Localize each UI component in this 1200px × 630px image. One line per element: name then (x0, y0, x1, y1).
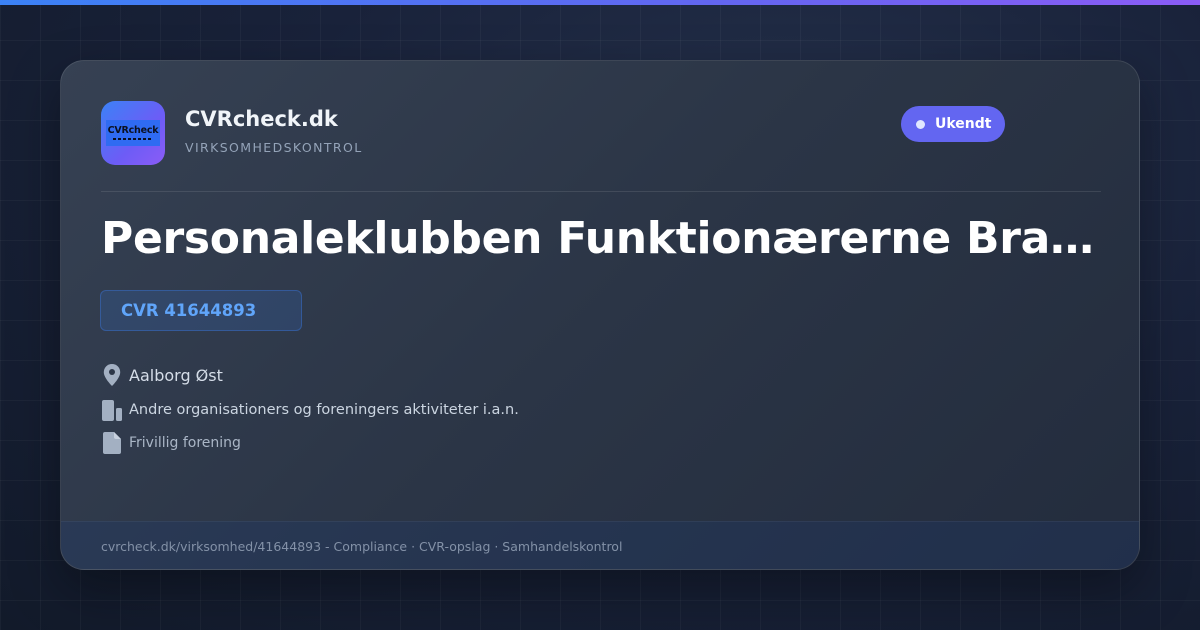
building-icon (101, 398, 123, 422)
logo-plate: CVRcheck (106, 120, 160, 146)
company-card: CVRcheck CVRcheck.dk VIRKSOMHEDSKONTROL … (60, 60, 1140, 570)
legal-form-text: Frivillig forening (129, 435, 241, 451)
brand-logo: CVRcheck (101, 101, 165, 165)
industry-text: Andre organisationers og foreningers akt… (129, 402, 519, 418)
document-icon (101, 431, 123, 455)
brand-name: CVRcheck.dk (185, 107, 338, 131)
brand-tagline: VIRKSOMHEDSKONTROL (185, 140, 363, 155)
cvr-chip: CVR 41644893 (100, 290, 302, 331)
map-pin-icon (101, 363, 123, 387)
header-divider (101, 191, 1101, 192)
status-dot-icon (916, 119, 925, 129)
logo-wordmark: CVRcheck (107, 125, 159, 136)
location-text: Aalborg Øst (129, 365, 223, 385)
footer-bar: cvrcheck.dk/virksomhed/41644893 - Compli… (61, 521, 1139, 569)
footer-text: cvrcheck.dk/virksomhed/41644893 - Compli… (101, 539, 623, 554)
cvr-number: CVR 41644893 (121, 301, 257, 320)
status-label: Ukendt (935, 116, 992, 132)
legal-form-row: Frivillig forening (101, 431, 241, 455)
logo-underline (113, 138, 153, 140)
company-name: Personaleklubben Funktionærerne Bravida (101, 213, 1111, 264)
location-row: Aalborg Øst (101, 363, 223, 387)
status-badge: Ukendt (901, 106, 1005, 142)
industry-row: Andre organisationers og foreningers akt… (101, 398, 519, 422)
top-accent-bar (0, 0, 1200, 5)
